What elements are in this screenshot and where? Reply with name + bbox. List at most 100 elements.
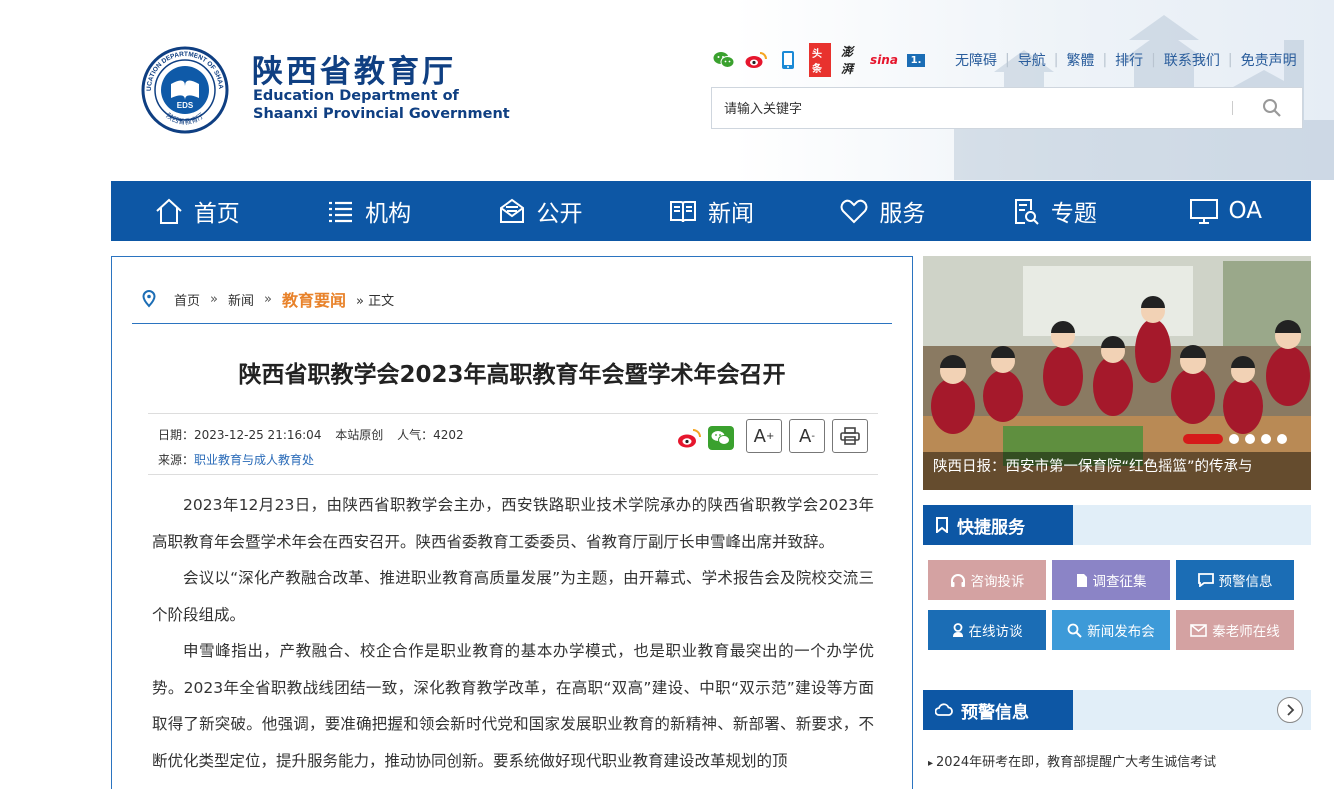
nav-label: 服务	[879, 201, 926, 227]
nav-label: 公开	[536, 201, 583, 227]
social-icons: 头条 澎湃 sina 1.	[713, 43, 927, 77]
article-date: 日期：2023-12-25 21:16:04	[158, 428, 322, 442]
breadcrumb-tail: » 正文	[355, 293, 395, 309]
search-icon	[1067, 623, 1082, 638]
minus-icon: -	[811, 430, 815, 442]
cloud-icon	[935, 703, 953, 716]
online-interview-button[interactable]: 在线访谈	[928, 610, 1046, 650]
consult-complaint-button[interactable]: 咨询投诉	[928, 560, 1046, 600]
book-icon	[669, 201, 696, 223]
font-decrease-label: A	[799, 425, 812, 447]
slide-caption[interactable]: 陕西日报：西安市第一保育院“红色摇篮”的传承与	[923, 452, 1311, 490]
monitor-icon	[1189, 199, 1218, 224]
nav-label: 新闻	[707, 201, 754, 227]
search-input[interactable]	[724, 88, 1224, 128]
font-increase-label: A	[753, 425, 766, 447]
share-wechat-icon[interactable]	[708, 426, 734, 450]
home-icon	[156, 198, 182, 224]
breadcrumb-divider	[132, 323, 892, 324]
breadcrumb-news[interactable]: 新闻	[228, 290, 254, 309]
search-button[interactable]	[1252, 96, 1292, 120]
button-label: 秦老师在线	[1212, 624, 1280, 640]
site-title-cn: 陕西省教育厅	[252, 54, 456, 90]
top-links: 无障碍 | 导航 | 繁體 | 排行 | 联系我们 | 免责声明	[955, 50, 1297, 70]
sina-icon[interactable]: sina	[870, 50, 898, 70]
bullet-icon: ▸	[928, 758, 934, 769]
thepaper-icon[interactable]: 澎湃	[841, 45, 863, 76]
list-icon	[329, 201, 353, 223]
link-navigation[interactable]: 导航	[1018, 50, 1046, 70]
search-divider	[1232, 101, 1233, 115]
nav-oa[interactable]: OA	[1140, 181, 1311, 241]
article-meta: 日期：2023-12-25 21:16:04 本站原创 人气：4202 来源：职…	[148, 413, 878, 475]
link-accessibility[interactable]: 无障碍	[955, 50, 997, 70]
mail-open-icon	[499, 198, 524, 223]
nav-organization[interactable]: 机构	[282, 181, 453, 241]
nav-service[interactable]: 服务	[797, 181, 968, 241]
warning-info-button[interactable]: 预警信息	[1176, 560, 1294, 600]
site-title-en-line1: Education Department of	[253, 88, 459, 104]
wechat-icon[interactable]	[713, 50, 735, 70]
alerts-title: 预警信息	[961, 702, 1029, 723]
mobile-icon[interactable]	[777, 50, 799, 70]
nav-label: 专题	[1050, 201, 1097, 227]
thepaper-label: 澎湃	[841, 45, 854, 76]
link-traditional[interactable]: 繁體	[1066, 50, 1094, 70]
heart-icon	[840, 199, 868, 224]
teacher-qin-online-button[interactable]: 秦老师在线	[1176, 610, 1294, 650]
news-slider[interactable]: 陕西日报：西安市第一保育院“红色摇篮”的传承与	[923, 256, 1311, 490]
search-box	[711, 87, 1303, 129]
alerts-more-button[interactable]	[1277, 697, 1303, 723]
press-conference-button[interactable]: 新闻发布会	[1052, 610, 1170, 650]
user-icon	[952, 622, 963, 637]
breadcrumb-home[interactable]: 首页	[174, 290, 200, 309]
slider-dot[interactable]	[1229, 434, 1239, 444]
nav-news[interactable]: 新闻	[625, 181, 796, 241]
article-paragraph: 申雪峰指出，产教融合、校企合作是职业教育的基本办学模式，也是职业教育最突出的一个…	[152, 642, 874, 770]
weibo-icon[interactable]	[745, 50, 767, 70]
nav-public[interactable]: 公开	[454, 181, 625, 241]
seal-center-text: EDS	[177, 101, 194, 110]
nav-home[interactable]: 首页	[111, 181, 282, 241]
file-icon	[1076, 573, 1087, 587]
font-increase-button[interactable]: A +	[746, 419, 782, 453]
link-contact[interactable]: 联系我们	[1164, 50, 1220, 70]
chevron-right-icon	[1287, 704, 1295, 716]
button-label: 新闻发布会	[1087, 624, 1155, 640]
article-paragraph: 2023年12月23日，由陕西省职教学会主办，西安铁路职业技术学院承办的陕西省职…	[152, 496, 874, 551]
department-seal-logo: EDS EDUCATION DEPARTMENT OF SHAANXI 陕西省教…	[141, 46, 229, 134]
alert-item-text: 2024年研考在即，教育部提醒广大考生诚信考试	[936, 755, 1217, 770]
yidian-label: 1.	[906, 53, 926, 67]
nav-label: 机构	[365, 201, 412, 227]
toutiao-icon[interactable]: 头条	[809, 43, 831, 77]
slider-dot[interactable]	[1183, 434, 1223, 444]
article-origin: 本站原创	[335, 428, 384, 442]
breadcrumb: 首页 » 新闻 » 教育要闻 » 正文	[142, 287, 394, 311]
link-ranking[interactable]: 排行	[1115, 50, 1143, 70]
button-label: 在线访谈	[968, 624, 1023, 640]
yidian-icon[interactable]: 1.	[905, 50, 927, 70]
divider: |	[1005, 52, 1010, 68]
source-label: 来源：	[158, 453, 195, 467]
share-weibo-icon[interactable]	[676, 426, 702, 450]
slider-dot[interactable]	[1277, 434, 1287, 444]
toutiao-label: 头条	[809, 43, 831, 77]
breadcrumb-current[interactable]: 教育要闻	[282, 287, 346, 311]
slider-dot[interactable]	[1245, 434, 1255, 444]
search-icon	[1263, 99, 1281, 117]
document-search-icon	[1014, 199, 1039, 225]
chat-icon	[1197, 573, 1214, 587]
source-link[interactable]: 职业教育与成人教育处	[194, 453, 314, 467]
location-pin-icon	[142, 290, 156, 308]
font-decrease-button[interactable]: A-	[789, 419, 825, 453]
survey-button[interactable]: 调查征集	[1052, 560, 1170, 600]
quick-service-title: 快捷服务	[957, 517, 1025, 538]
article-body: 2023年12月23日，由陕西省职教学会主办，西安铁路职业技术学院承办的陕西省职…	[152, 487, 874, 779]
quick-service-header: 快捷服务	[923, 505, 1311, 545]
link-disclaimer[interactable]: 免责声明	[1241, 50, 1297, 70]
print-button[interactable]	[832, 419, 868, 453]
slider-dot[interactable]	[1261, 434, 1271, 444]
envelope-icon	[1190, 623, 1208, 637]
nav-special[interactable]: 专题	[968, 181, 1139, 241]
alert-list-item[interactable]: ▸ 2024年研考在即，教育部提醒广大考生诚信考试	[928, 751, 1216, 770]
